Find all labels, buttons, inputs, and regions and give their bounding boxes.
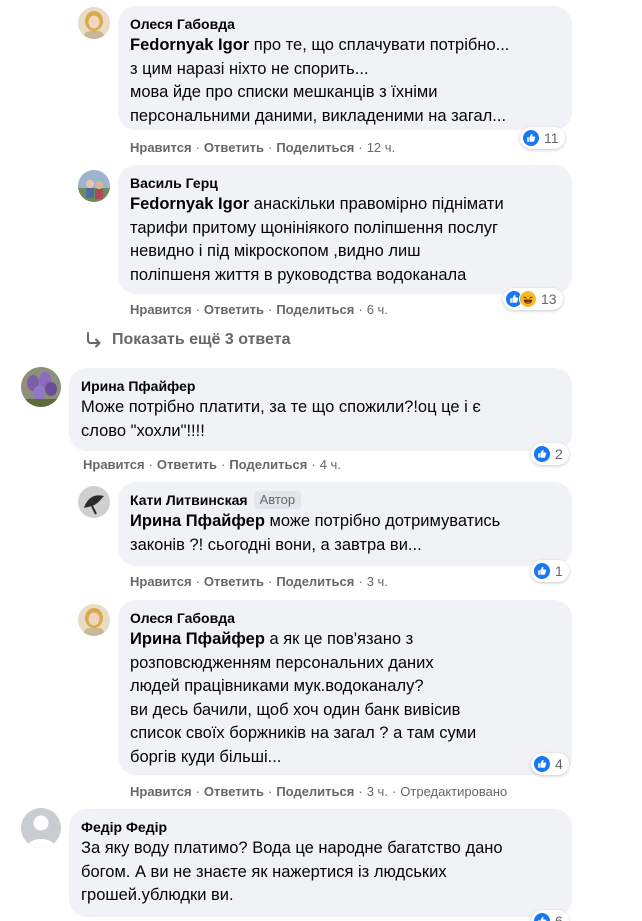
comment-author[interactable]: Федір Федір xyxy=(81,818,167,836)
reaction-summary[interactable]: 2 xyxy=(531,443,569,465)
comment-text: За яку воду платимо? Вода це народне баг… xyxy=(81,839,503,904)
comment-text: Ирина Пфайфер може потрібно дотримуватис… xyxy=(130,510,560,557)
comment-author[interactable]: Олеся Габовда xyxy=(130,15,235,33)
reaction-count: 2 xyxy=(555,446,563,462)
reaction-count: 6 xyxy=(555,913,563,921)
reply-button[interactable]: Ответить xyxy=(204,140,264,155)
avatar-photo xyxy=(78,604,110,636)
comment-bubble: Василь Герц Fedornyak Igor анаскільки пр… xyxy=(118,165,572,294)
reaction-summary[interactable]: 1 xyxy=(531,560,569,582)
avatar[interactable] xyxy=(78,604,110,636)
comment-actions: Нравится · Ответить · Поделиться · 12 ч. xyxy=(130,140,396,155)
mention-link[interactable]: Ирина Пфайфер xyxy=(130,630,265,648)
avatar[interactable] xyxy=(21,367,61,407)
mention-link[interactable]: Ирина Пфайфер xyxy=(130,512,265,530)
reply-button[interactable]: Ответить xyxy=(204,302,264,317)
comment-text: Fedornyak Igor анаскільки правомірно під… xyxy=(130,193,560,287)
comment-bubble: Олеся Габовда Ирина Пфайфер а як це пов'… xyxy=(118,600,572,775)
comment-timestamp[interactable]: 12 ч. xyxy=(367,140,395,155)
like-button[interactable]: Нравится xyxy=(130,302,192,317)
like-reaction-icon xyxy=(533,562,551,580)
avatar-photo xyxy=(78,7,110,39)
comment-actions: Нравится · Ответить · Поделиться · 4 ч. xyxy=(83,457,341,472)
mention-link[interactable]: Fedornyak Igor xyxy=(130,195,249,213)
like-reaction-icon xyxy=(533,755,551,773)
comment-bubble: Ирина Пфайфер Може потрібно платити, за … xyxy=(69,368,572,451)
comment-text: Fedornyak Igor про те, що сплачувати пот… xyxy=(130,34,560,128)
comment-bubble: Олеся Габовда Fedornyak Igor про те, що … xyxy=(118,6,572,130)
avatar[interactable] xyxy=(78,7,110,39)
reaction-summary[interactable]: 13 xyxy=(503,288,563,310)
reply-button[interactable]: Ответить xyxy=(204,784,264,799)
comment-author[interactable]: Кати Литвинская xyxy=(130,491,248,509)
mention-link[interactable]: Fedornyak Igor xyxy=(130,36,249,54)
like-button[interactable]: Нравится xyxy=(130,574,192,589)
show-more-label: Показать ещё 3 ответа xyxy=(112,331,291,348)
like-reaction-icon xyxy=(522,129,540,147)
comment-bubble: Кати Литвинская Автор Ирина Пфайфер може… xyxy=(118,482,572,566)
avatar-photo xyxy=(21,367,61,407)
share-button[interactable]: Поделиться xyxy=(229,457,307,472)
like-reaction-icon xyxy=(533,912,551,921)
reaction-summary[interactable]: 11 xyxy=(520,127,565,149)
like-button[interactable]: Нравится xyxy=(83,457,145,472)
edited-label[interactable]: Отредактировано xyxy=(400,784,507,799)
author-badge: Автор xyxy=(253,491,302,509)
show-more-replies-button[interactable]: Показать ещё 3 ответа xyxy=(84,330,290,350)
reaction-summary[interactable]: 4 xyxy=(531,753,569,775)
default-avatar-icon xyxy=(21,808,61,848)
comment-body: а як це пов'язано з розповсюдженням перс… xyxy=(130,630,477,766)
comment-actions: Нравится · Ответить · Поделиться · 3 ч. xyxy=(130,574,388,589)
comment-timestamp[interactable]: 3 ч. xyxy=(367,574,388,589)
reply-button[interactable]: Ответить xyxy=(157,457,217,472)
comment-actions: Нравится · Ответить · Поделиться · 6 ч. xyxy=(130,302,388,317)
reply-arrow-icon xyxy=(87,332,101,348)
like-reaction-icon xyxy=(533,445,551,463)
reaction-summary[interactable]: 6 xyxy=(531,910,569,921)
reaction-count: 11 xyxy=(544,130,559,146)
reaction-count: 4 xyxy=(555,756,563,772)
comment-actions: Нравится · Ответить · Поделиться · 3 ч. · От… xyxy=(130,784,508,799)
avatar[interactable] xyxy=(78,486,110,518)
avatar-photo xyxy=(78,170,110,202)
avatar[interactable] xyxy=(21,808,61,848)
share-button[interactable]: Поделиться xyxy=(276,574,354,589)
comment-author[interactable]: Олеся Габовда xyxy=(130,609,235,627)
reaction-count: 1 xyxy=(555,563,563,579)
comment-text: Може потрібно платити, за те що спожили?… xyxy=(81,398,481,440)
reply-button[interactable]: Ответить xyxy=(204,574,264,589)
comment-author[interactable]: Ирина Пфайфер xyxy=(81,377,195,395)
haha-reaction-icon xyxy=(519,290,537,308)
comment-bubble: Федір Федір За яку воду платимо? Вода це… xyxy=(69,809,572,917)
comment-timestamp[interactable]: 4 ч. xyxy=(320,457,341,472)
comment-text: Ирина Пфайфер а як це пов'язано з розпов… xyxy=(130,628,560,769)
share-button[interactable]: Поделиться xyxy=(276,140,354,155)
like-button[interactable]: Нравится xyxy=(130,140,192,155)
avatar-photo xyxy=(78,486,110,518)
reaction-count: 13 xyxy=(541,291,557,307)
comment-author[interactable]: Василь Герц xyxy=(130,174,218,192)
share-button[interactable]: Поделиться xyxy=(276,302,354,317)
avatar[interactable] xyxy=(78,170,110,202)
comment-timestamp[interactable]: 3 ч. xyxy=(367,784,388,799)
like-button[interactable]: Нравится xyxy=(130,784,192,799)
share-button[interactable]: Поделиться xyxy=(276,784,354,799)
comment-timestamp[interactable]: 6 ч. xyxy=(367,302,388,317)
